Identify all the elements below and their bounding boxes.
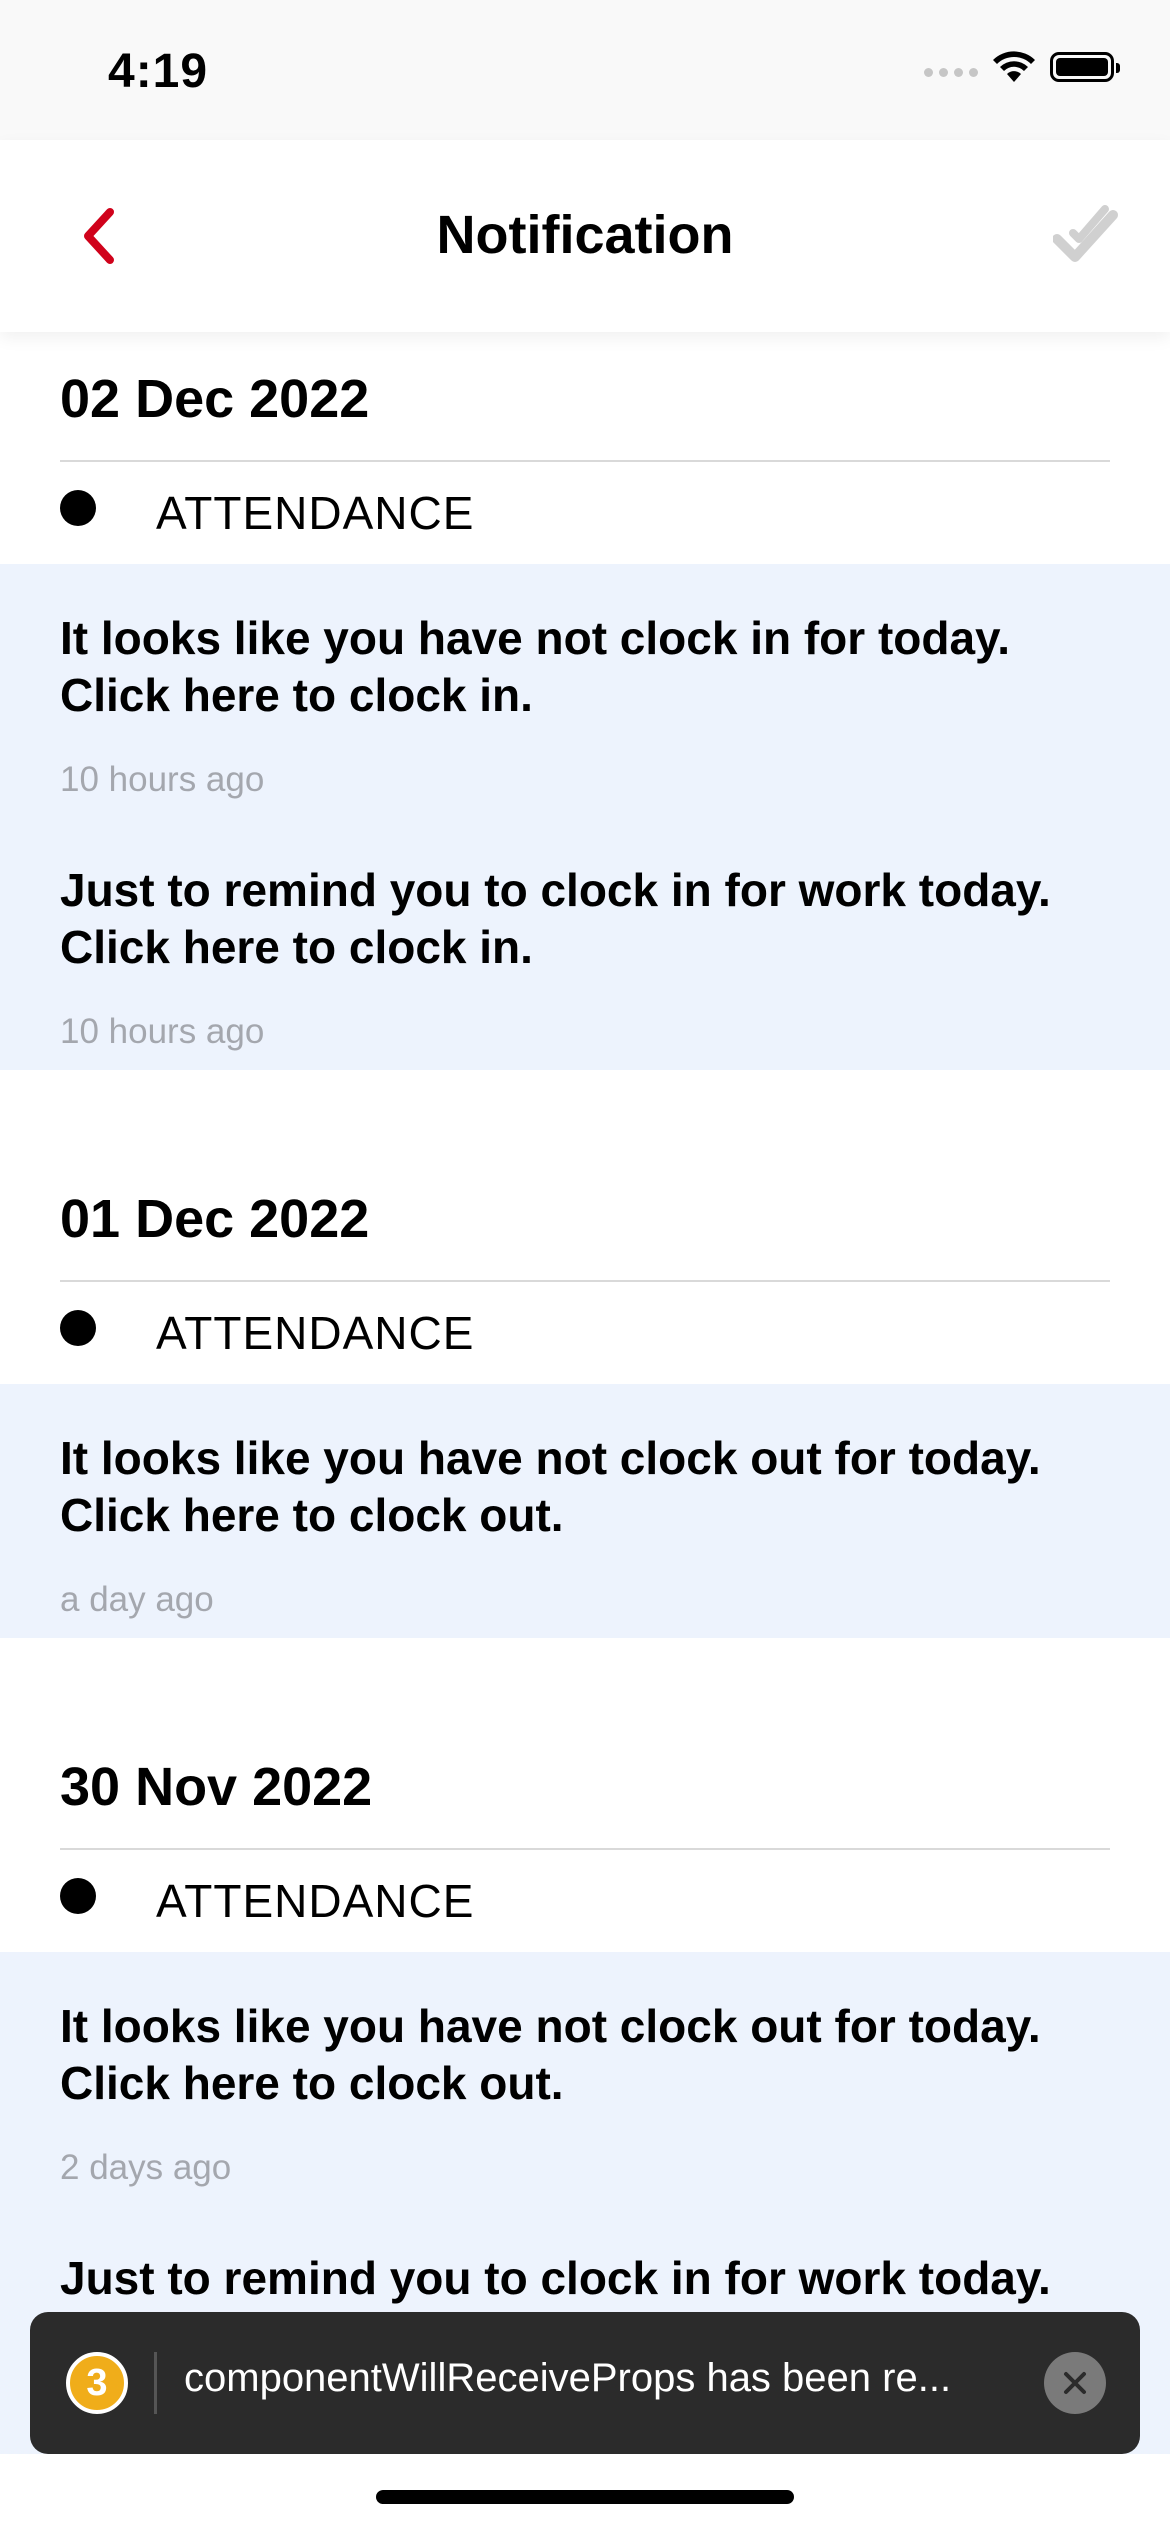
notification-message: It looks like you have not clock out for… [60, 2000, 1041, 2109]
navigation-header: Notification [0, 140, 1170, 332]
section-date: 01 Dec 2022 [60, 1189, 370, 1249]
notification-group: It looks like you have not clock in for … [0, 564, 1170, 1070]
warning-count-badge: 3 [66, 2352, 128, 2414]
toast-dismiss-button[interactable] [1044, 2352, 1106, 2414]
notification-time: a day ago [60, 1580, 214, 1619]
status-time: 4:19 [108, 45, 209, 98]
section-date-header: 01 Dec 2022 [0, 1152, 1170, 1282]
notification-list[interactable]: 02 Dec 2022 ATTENDANCE It looks like you… [0, 332, 1170, 2458]
toast-message: componentWillReceiveProps has been re... [184, 2356, 952, 2400]
section-date: 30 Nov 2022 [60, 1757, 373, 1817]
category-row: ATTENDANCE [0, 462, 1170, 564]
double-check-icon [1053, 205, 1118, 262]
bullet-dot-icon [60, 490, 96, 526]
notification-message: It looks like you have not clock in for … [60, 612, 1011, 721]
status-icons [924, 50, 1120, 84]
category-row: ATTENDANCE [0, 1850, 1170, 1952]
notification-item[interactable]: It looks like you have not clock in for … [0, 610, 1170, 802]
wifi-icon [993, 51, 1035, 82]
notification-time: 2 days ago [60, 2148, 232, 2187]
category-row: ATTENDANCE [0, 1282, 1170, 1384]
notification-time: 10 hours ago [60, 1012, 265, 1051]
mark-all-read-button[interactable] [1046, 196, 1126, 276]
bullet-dot-icon [60, 1310, 96, 1346]
notification-item[interactable]: Just to remind you to clock in for work … [0, 862, 1170, 1070]
notification-item[interactable]: It looks like you have not clock out for… [0, 1430, 1170, 1638]
notification-message: Just to remind you to clock in for work … [60, 864, 1051, 973]
notification-message: It looks like you have not clock out for… [60, 1432, 1041, 1541]
category-label: ATTENDANCE [156, 1875, 475, 1927]
battery-icon [1050, 52, 1120, 82]
status-bar: 4:19 [0, 0, 1170, 140]
category-label: ATTENDANCE [156, 1307, 475, 1359]
notification-group: It looks like you have not clock out for… [0, 1384, 1170, 1638]
toast-separator [154, 2352, 157, 2414]
category-label: ATTENDANCE [156, 487, 475, 539]
section-date-header: 02 Dec 2022 [0, 332, 1170, 462]
notification-time: 10 hours ago [60, 760, 265, 799]
section-date: 02 Dec 2022 [60, 369, 370, 429]
warning-toast[interactable]: 3 componentWillReceiveProps has been re.… [30, 2312, 1140, 2454]
bullet-dot-icon [60, 1878, 96, 1914]
home-indicator[interactable] [376, 2490, 794, 2504]
close-icon [1064, 2372, 1086, 2394]
page-title: Notification [436, 205, 734, 265]
notification-item[interactable]: It looks like you have not clock out for… [0, 1998, 1170, 2190]
cellular-signal-icon [924, 51, 978, 83]
section-date-header: 30 Nov 2022 [0, 1720, 1170, 1850]
